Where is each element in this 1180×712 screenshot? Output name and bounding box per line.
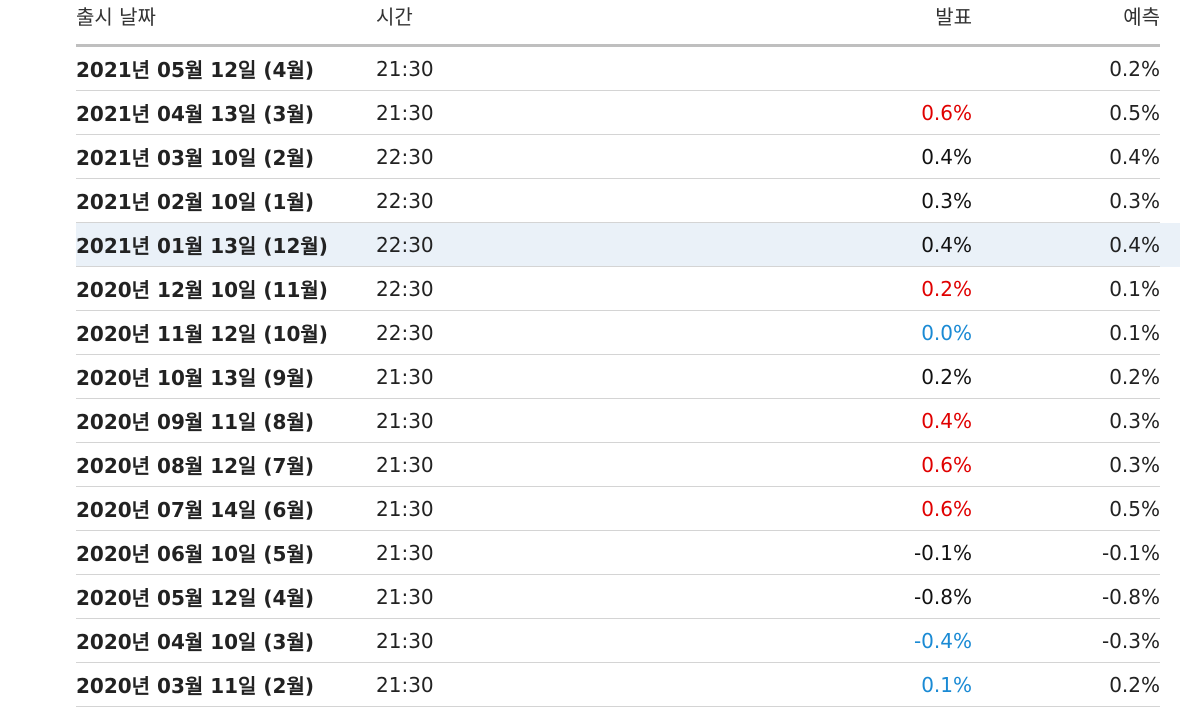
header-padding (1160, 0, 1180, 46)
economic-calendar-history: 출시 날짜 시간 발표 예측 2021년 05월 12일 (4월) 21:30 0.… (76, 0, 1180, 707)
time-cell: 21:30 (376, 45, 496, 91)
forecast-cell: 0.5% (972, 90, 1160, 135)
actual-cell: -0.8% (496, 574, 972, 619)
forecast-cell: 0.3% (972, 442, 1160, 487)
row-padding (1160, 619, 1180, 663)
column-header-forecast[interactable]: 예측 (972, 0, 1160, 47)
table-row: 2021년 05월 12일 (4월) 21:30 0.2% (76, 45, 1180, 91)
actual-cell: 0.4% (496, 398, 972, 443)
actual-cell (496, 45, 972, 91)
forecast-cell: -0.1% (972, 530, 1160, 575)
table-row: 2020년 12월 10일 (11월) 22:30 0.2% 0.1% (76, 266, 1180, 311)
row-padding (1160, 222, 1180, 267)
row-padding (1160, 91, 1180, 135)
actual-cell: 0.6% (496, 90, 972, 135)
forecast-cell: 0.5% (972, 486, 1160, 531)
actual-cell: 0.6% (496, 442, 972, 487)
row-padding (1160, 179, 1180, 223)
time-cell: 22:30 (376, 134, 496, 179)
forecast-cell: 0.2% (972, 354, 1160, 399)
date-cell: 2021년 01월 13일 (12월) (76, 222, 376, 267)
row-padding (1160, 663, 1180, 707)
row-padding (1160, 487, 1180, 531)
time-cell: 21:30 (376, 442, 496, 487)
table-row: 2021년 03월 10일 (2월) 22:30 0.4% 0.4% (76, 134, 1180, 179)
actual-cell: -0.1% (496, 530, 972, 575)
date-cell: 2021년 04월 13일 (3월) (76, 90, 376, 135)
date-cell: 2020년 07월 14일 (6월) (76, 486, 376, 531)
table-row: 2021년 04월 13일 (3월) 21:30 0.6% 0.5% (76, 90, 1180, 135)
row-padding (1160, 355, 1180, 399)
column-header-time[interactable]: 시간 (376, 0, 496, 47)
row-padding (1160, 443, 1180, 487)
forecast-cell: 0.2% (972, 662, 1160, 707)
date-cell: 2020년 09월 11일 (8월) (76, 398, 376, 443)
forecast-cell: 0.1% (972, 310, 1160, 355)
date-cell: 2020년 10월 13일 (9월) (76, 354, 376, 399)
time-cell: 21:30 (376, 662, 496, 707)
row-padding (1160, 311, 1180, 355)
actual-cell: 0.4% (496, 134, 972, 179)
table-header-row: 출시 날짜 시간 발표 예측 (76, 0, 1180, 47)
table-row: 2020년 09월 11일 (8월) 21:30 0.4% 0.3% (76, 398, 1180, 443)
actual-cell: -0.4% (496, 618, 972, 663)
table-row: 2020년 10월 13일 (9월) 21:30 0.2% 0.2% (76, 354, 1180, 399)
actual-cell: 0.6% (496, 486, 972, 531)
table-body: 2021년 05월 12일 (4월) 21:30 0.2% 2021년 04월 13일… (76, 45, 1180, 707)
time-cell: 21:30 (376, 398, 496, 443)
forecast-cell: -0.3% (972, 618, 1160, 663)
column-header-release-date[interactable]: 출시 날짜 (76, 0, 376, 47)
row-padding (1160, 46, 1180, 91)
date-cell: 2020년 11월 12일 (10월) (76, 310, 376, 355)
table-row: 2020년 08월 12일 (7월) 21:30 0.6% 0.3% (76, 442, 1180, 487)
row-padding (1160, 575, 1180, 619)
row-padding (1160, 267, 1180, 311)
time-cell: 22:30 (376, 178, 496, 223)
table-row: 2020년 04월 10일 (3월) 21:30 -0.4% -0.3% (76, 618, 1180, 663)
table-row: 2021년 01월 13일 (12월) 22:30 0.4% 0.4% (76, 222, 1180, 267)
actual-cell: 0.4% (496, 222, 972, 267)
time-cell: 21:30 (376, 90, 496, 135)
date-cell: 2020년 06월 10일 (5월) (76, 530, 376, 575)
date-cell: 2021년 03월 10일 (2월) (76, 134, 376, 179)
table-row: 2021년 02월 10일 (1월) 22:30 0.3% 0.3% (76, 178, 1180, 223)
table-row: 2020년 11월 12일 (10월) 22:30 0.0% 0.1% (76, 310, 1180, 355)
date-cell: 2020년 04월 10일 (3월) (76, 618, 376, 663)
row-padding (1160, 135, 1180, 179)
column-header-actual[interactable]: 발표 (496, 0, 972, 47)
time-cell: 21:30 (376, 486, 496, 531)
actual-cell: 0.1% (496, 662, 972, 707)
time-cell: 22:30 (376, 266, 496, 311)
time-cell: 21:30 (376, 530, 496, 575)
forecast-cell: 0.2% (972, 45, 1160, 91)
table-row: 2020년 06월 10일 (5월) 21:30 -0.1% -0.1% (76, 530, 1180, 575)
forecast-cell: 0.1% (972, 266, 1160, 311)
time-cell: 21:30 (376, 574, 496, 619)
forecast-cell: 0.3% (972, 178, 1160, 223)
date-cell: 2021년 02월 10일 (1월) (76, 178, 376, 223)
release-history-table: 출시 날짜 시간 발표 예측 2021년 05월 12일 (4월) 21:30 0.… (76, 0, 1180, 707)
row-padding (1160, 399, 1180, 443)
time-cell: 21:30 (376, 354, 496, 399)
date-cell: 2020년 05월 12일 (4월) (76, 574, 376, 619)
time-cell: 22:30 (376, 310, 496, 355)
date-cell: 2020년 12월 10일 (11월) (76, 266, 376, 311)
actual-cell: 0.2% (496, 354, 972, 399)
time-cell: 21:30 (376, 618, 496, 663)
actual-cell: 0.3% (496, 178, 972, 223)
forecast-cell: 0.4% (972, 134, 1160, 179)
forecast-cell: -0.8% (972, 574, 1160, 619)
date-cell: 2021년 05월 12일 (4월) (76, 45, 376, 91)
table-row: 2020년 05월 12일 (4월) 21:30 -0.8% -0.8% (76, 574, 1180, 619)
date-cell: 2020년 08월 12일 (7월) (76, 442, 376, 487)
table-row: 2020년 07월 14일 (6월) 21:30 0.6% 0.5% (76, 486, 1180, 531)
actual-cell: 0.0% (496, 310, 972, 355)
forecast-cell: 0.4% (972, 222, 1160, 267)
time-cell: 22:30 (376, 222, 496, 267)
forecast-cell: 0.3% (972, 398, 1160, 443)
actual-cell: 0.2% (496, 266, 972, 311)
table-row: 2020년 03월 11일 (2월) 21:30 0.1% 0.2% (76, 662, 1180, 707)
row-padding (1160, 531, 1180, 575)
date-cell: 2020년 03월 11일 (2월) (76, 662, 376, 707)
